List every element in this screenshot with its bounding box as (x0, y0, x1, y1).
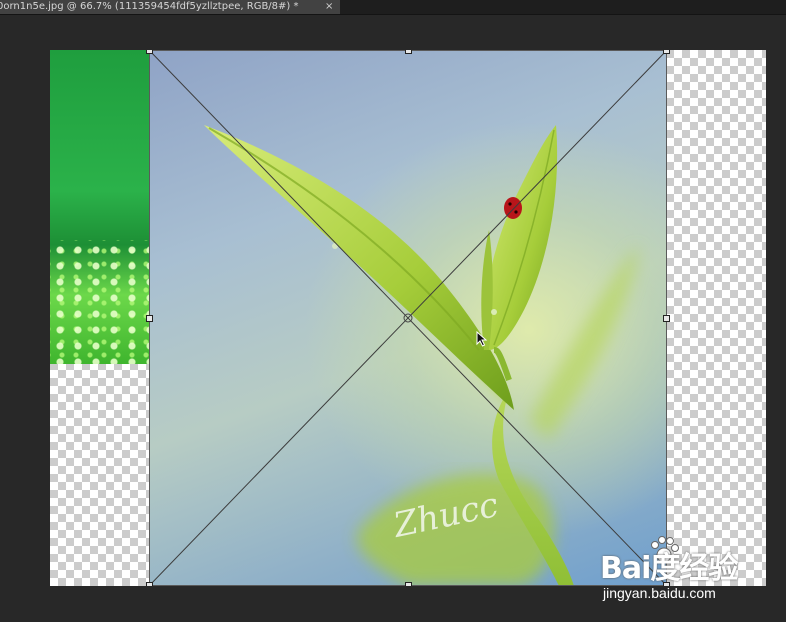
transform-handle-bottom-left[interactable] (146, 582, 153, 586)
document-canvas[interactable]: Zhucc (50, 50, 766, 586)
document-tab-title: 0orn1n5e.jpg @ 66.7% (111359454fdf5yzllz… (0, 1, 299, 12)
close-icon[interactable]: × (325, 0, 333, 13)
watermark-logo: Bai度经验 (600, 551, 738, 586)
transform-handle-middle-left[interactable] (146, 315, 153, 322)
transform-handle-middle-right[interactable] (663, 315, 670, 322)
document-tab-bar: 0orn1n5e.jpg @ 66.7% (111359454fdf5yzllz… (0, 0, 786, 15)
transform-handle-top-right[interactable] (663, 50, 670, 54)
arrow-cursor-icon (476, 331, 488, 347)
transform-handle-top-left[interactable] (146, 50, 153, 54)
transform-bounding-box[interactable] (149, 50, 667, 586)
transform-handle-top-center[interactable] (405, 50, 412, 54)
watermark-url: jingyan.baidu.com (603, 585, 716, 601)
document-tab[interactable]: 0orn1n5e.jpg @ 66.7% (111359454fdf5yzllz… (0, 0, 340, 14)
transform-handle-bottom-center[interactable] (405, 582, 412, 586)
watermark: Bai度经验 jingyan.baidu.com (600, 533, 780, 608)
background-layer-grass (50, 240, 150, 364)
